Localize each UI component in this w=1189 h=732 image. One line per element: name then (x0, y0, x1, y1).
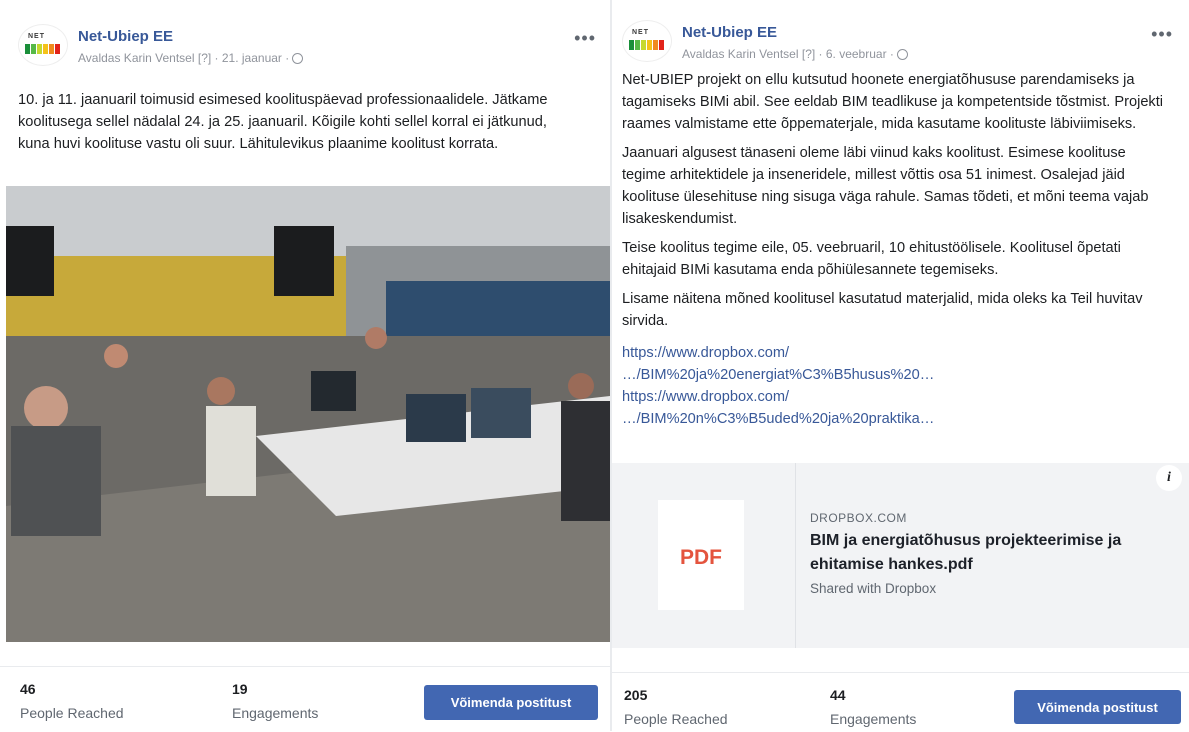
post-meta-text: Avaldas Karin Ventsel [?] · 6. veebruar … (682, 47, 894, 61)
dropbox-link[interactable]: https://www.dropbox.com/ (622, 342, 1167, 364)
post-header: NET Net-Ubiep EE Avaldas Karin Ventsel [… (18, 18, 596, 68)
engagements-label: Engagements (830, 711, 917, 727)
stat-reached: 205 People Reached (624, 687, 728, 727)
post-meta: Avaldas Karin Ventsel [?] · 21. jaanuar … (78, 51, 304, 65)
boost-post-button[interactable]: Võimenda postitust (424, 685, 598, 720)
more-icon[interactable]: ••• (1151, 24, 1173, 45)
post-text-paragraph: Net-UBIEP projekt on ellu kutsutud hoone… (622, 72, 1164, 132)
reached-count: 205 (624, 687, 648, 703)
post-card-1: NET Net-Ubiep EE Avaldas Karin Ventsel [… (0, 0, 612, 731)
post-text-paragraph: Teise koolitus tegime eile, 05. veebruar… (622, 240, 1121, 278)
dropbox-link[interactable]: https://www.dropbox.com/ (622, 386, 1167, 408)
reached-label: People Reached (624, 711, 728, 727)
post-links: https://www.dropbox.com/ …/BIM%20ja%20en… (622, 342, 1167, 430)
stat-engagements: 44 Engagements (830, 687, 916, 727)
post-stats: 46 People Reached 19 Engagements Võimend… (0, 666, 612, 732)
post-meta-text: Avaldas Karin Ventsel [?] · 21. jaanuar … (78, 51, 290, 65)
dropbox-link[interactable]: …/BIM%20n%C3%B5uded%20ja%20praktika… (622, 408, 1167, 430)
globe-icon (292, 53, 304, 64)
page-logo[interactable]: NET (18, 24, 68, 66)
post-stats: 205 People Reached 44 Engagements Võimen… (612, 672, 1189, 732)
engagements-label: Engagements (232, 705, 319, 721)
link-preview-card[interactable]: PDF DROPBOX.COM BIM ja energiatõhusus pr… (612, 463, 1189, 648)
post-text: 10. ja 11. jaanuaril toimusid esimesed k… (18, 89, 578, 162)
post-photo[interactable] (6, 186, 610, 642)
engagements-count: 44 (830, 687, 846, 703)
classroom-photo (6, 186, 610, 642)
reached-label: People Reached (20, 705, 124, 721)
page-name[interactable]: Net-Ubiep EE (78, 28, 173, 45)
link-domain: DROPBOX.COM (810, 511, 907, 525)
post-header: NET Net-Ubiep EE Avaldas Karin Ventsel [… (622, 14, 1173, 64)
post-text-paragraph: Jaanuari algusest tänaseni oleme läbi vi… (622, 145, 1149, 227)
engagements-count: 19 (232, 681, 248, 697)
reached-count: 46 (20, 681, 36, 697)
post-card-2: NET Net-Ubiep EE Avaldas Karin Ventsel [… (612, 0, 1189, 731)
page-logo[interactable]: NET (622, 20, 672, 62)
post-text: Net-UBIEP projekt on ellu kutsutud hoone… (622, 69, 1167, 430)
pdf-label: PDF (680, 546, 722, 569)
page-name[interactable]: Net-Ubiep EE (682, 24, 777, 41)
stat-engagements: 19 Engagements (232, 681, 318, 721)
more-icon[interactable]: ••• (574, 28, 596, 49)
boost-post-button[interactable]: Võimenda postitust (1014, 690, 1181, 724)
info-icon[interactable]: i (1156, 465, 1182, 491)
stat-reached: 46 People Reached (20, 681, 124, 721)
link-subtitle: Shared with Dropbox (810, 581, 937, 596)
post-text-paragraph: Lisame näitena mõned koolitusel kasutatu… (622, 291, 1143, 329)
dropbox-link[interactable]: …/BIM%20ja%20energiat%C3%B5husus%20… (622, 364, 1167, 386)
post-text-paragraph: 10. ja 11. jaanuaril toimusid esimesed k… (18, 92, 548, 152)
globe-icon (896, 49, 908, 60)
post-meta: Avaldas Karin Ventsel [?] · 6. veebruar … (682, 47, 908, 61)
link-preview-thumbnail: PDF (612, 463, 796, 648)
link-title[interactable]: BIM ja energiatõhusus projekteerimise ja… (810, 529, 1180, 577)
pdf-document-icon: PDF (658, 500, 744, 610)
